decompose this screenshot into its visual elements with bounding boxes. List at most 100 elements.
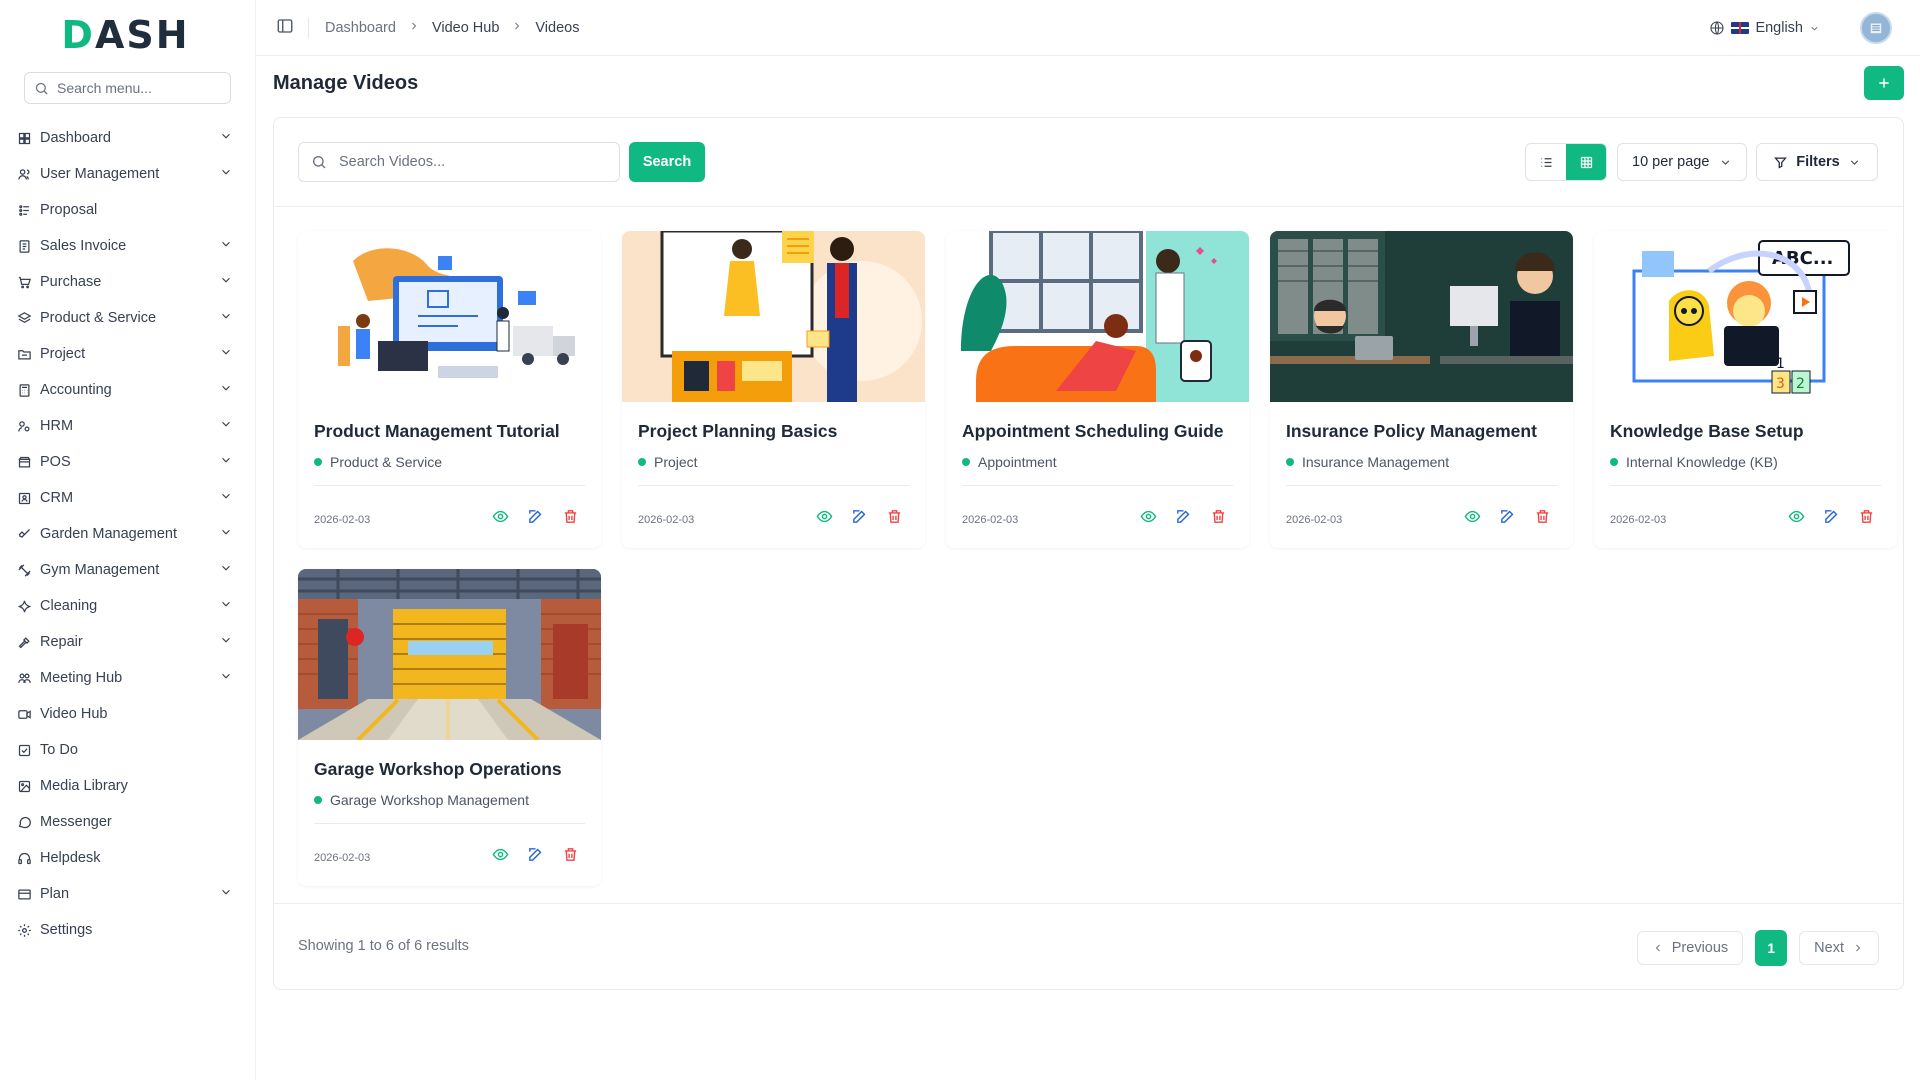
sidebar-item-proposal[interactable]: Proposal: [16, 192, 243, 228]
video-thumbnail[interactable]: ABC... 3 2 1: [1594, 231, 1897, 402]
view-button[interactable]: [816, 508, 833, 525]
sidebar-item-gym-management[interactable]: Gym Management: [16, 552, 243, 588]
results-summary: Showing 1 to 6 of 6 results: [298, 938, 469, 954]
sidebar-item-settings[interactable]: Settings: [16, 912, 243, 948]
video-thumbnail[interactable]: [298, 569, 601, 740]
sidebar-search-input[interactable]: Search menu...: [24, 72, 231, 104]
trash-icon: [1212, 510, 1225, 523]
sidebar-item-crm[interactable]: CRM: [16, 480, 243, 516]
card-divider: [314, 485, 585, 486]
view-button[interactable]: [1464, 508, 1481, 525]
video-card[interactable]: Appointment Scheduling Guide Appointment 2…: [946, 231, 1249, 548]
sidebar-item-plan[interactable]: Plan: [16, 876, 243, 912]
edit-button[interactable]: [527, 846, 544, 863]
video-category: Garage Workshop Management: [314, 792, 529, 808]
list-view-button[interactable]: [1526, 144, 1566, 180]
sidebar-item-accounting[interactable]: Accounting: [16, 372, 243, 408]
sidebar-item-video-hub[interactable]: Video Hub: [16, 696, 243, 732]
calculator-icon: [16, 382, 32, 398]
video-title[interactable]: Knowledge Base Setup: [1610, 421, 1804, 442]
pagination: Previous 1 Next: [1636, 930, 1879, 966]
language-selector[interactable]: English: [1709, 20, 1820, 36]
shovel-icon: [16, 526, 32, 542]
sidebar-item-label: To Do: [40, 742, 78, 758]
user-avatar[interactable]: [1860, 12, 1892, 44]
sidebar-item-dashboard[interactable]: Dashboard: [16, 120, 243, 156]
sidebar-toggle-icon[interactable]: [276, 17, 294, 39]
sidebar-item-pos[interactable]: POS: [16, 444, 243, 480]
video-title[interactable]: Project Planning Basics: [638, 421, 837, 442]
video-thumbnail[interactable]: [622, 231, 925, 402]
page-number-button[interactable]: 1: [1755, 930, 1788, 966]
delete-button[interactable]: [1534, 508, 1551, 525]
pos-icon: [16, 454, 32, 470]
view-button[interactable]: [1788, 508, 1805, 525]
edit-button[interactable]: [527, 508, 544, 525]
add-video-button[interactable]: [1864, 66, 1904, 100]
view-button[interactable]: [1140, 508, 1157, 525]
sidebar-item-project[interactable]: Project: [16, 336, 243, 372]
trash-icon: [1536, 510, 1549, 523]
sidebar-item-cleaning[interactable]: Cleaning: [16, 588, 243, 624]
view-button[interactable]: [492, 846, 509, 863]
chevron-down-icon: [219, 885, 233, 903]
category-dot-icon: [962, 458, 970, 466]
edit-button[interactable]: [851, 508, 868, 525]
cart-icon: [16, 274, 32, 290]
delete-button[interactable]: [1210, 508, 1227, 525]
video-title[interactable]: Appointment Scheduling Guide: [962, 421, 1224, 442]
sidebar-item-sales-invoice[interactable]: Sales Invoice: [16, 228, 243, 264]
sidebar-item-garden-management[interactable]: Garden Management: [16, 516, 243, 552]
video-title[interactable]: Insurance Policy Management: [1286, 421, 1537, 442]
video-title[interactable]: Garage Workshop Operations: [314, 759, 562, 780]
video-category: Insurance Management: [1286, 454, 1449, 470]
delete-button[interactable]: [562, 508, 579, 525]
video-thumbnail[interactable]: [946, 231, 1249, 402]
edit-button[interactable]: [1175, 508, 1192, 525]
video-category-label: Internal Knowledge (KB): [1626, 454, 1778, 470]
delete-button[interactable]: [562, 846, 579, 863]
chevron-down-icon: [1811, 26, 1818, 31]
sidebar-item-helpdesk[interactable]: Helpdesk: [16, 840, 243, 876]
sidebar-item-purchase[interactable]: Purchase: [16, 264, 243, 300]
next-page-button[interactable]: Next: [1799, 931, 1879, 965]
chat-icon: [16, 814, 32, 830]
sidebar-item-meeting-hub[interactable]: Meeting Hub: [16, 660, 243, 696]
sidebar-item-repair[interactable]: Repair: [16, 624, 243, 660]
breadcrumb-dashboard[interactable]: Dashboard: [325, 20, 396, 36]
video-thumbnail[interactable]: [1270, 231, 1573, 402]
sidebar-item-hrm[interactable]: HRM: [16, 408, 243, 444]
video-category: Appointment: [962, 454, 1057, 470]
card-divider: [314, 823, 585, 824]
chevron-right-icon: [511, 20, 523, 36]
video-card[interactable]: Garage Workshop Operations Garage Worksho…: [298, 569, 601, 886]
videos-toolbar: Search Videos... Search 10 per page Filt…: [274, 118, 1903, 207]
grid-view-button[interactable]: [1566, 144, 1606, 180]
view-button[interactable]: [492, 508, 509, 525]
sidebar-item-product-service[interactable]: Product & Service: [16, 300, 243, 336]
video-actions: [492, 508, 579, 525]
video-date: 2026-02-03: [314, 852, 371, 864]
breadcrumb-video-hub[interactable]: Video Hub: [432, 20, 499, 36]
video-card[interactable]: Insurance Policy Management Insurance Man…: [1270, 231, 1573, 548]
edit-icon: [529, 848, 542, 861]
delete-button[interactable]: [1858, 508, 1875, 525]
sidebar-item-messenger[interactable]: Messenger: [16, 804, 243, 840]
video-title[interactable]: Product Management Tutorial: [314, 421, 560, 442]
edit-button[interactable]: [1823, 508, 1840, 525]
sidebar-item-to-do[interactable]: To Do: [16, 732, 243, 768]
brand-logo[interactable]: D ASH: [0, 0, 255, 70]
sidebar-item-media-library[interactable]: Media Library: [16, 768, 243, 804]
previous-page-button[interactable]: Previous: [1636, 931, 1744, 965]
sidebar-item-user-management[interactable]: User Management: [16, 156, 243, 192]
delete-button[interactable]: [886, 508, 903, 525]
search-button[interactable]: Search: [629, 142, 705, 182]
video-card[interactable]: ABC... 3 2 1 Knowledge Base Setup Internal Kn…: [1594, 231, 1897, 548]
video-card[interactable]: Product Management Tutorial Product & Ser…: [298, 231, 601, 548]
video-thumbnail[interactable]: [298, 231, 601, 402]
per-page-select[interactable]: 10 per page: [1617, 143, 1747, 181]
filters-button[interactable]: Filters: [1756, 143, 1878, 181]
video-search-input[interactable]: Search Videos...: [298, 142, 620, 182]
video-card[interactable]: Project Planning Basics Project 2026-02-03: [622, 231, 925, 548]
edit-button[interactable]: [1499, 508, 1516, 525]
